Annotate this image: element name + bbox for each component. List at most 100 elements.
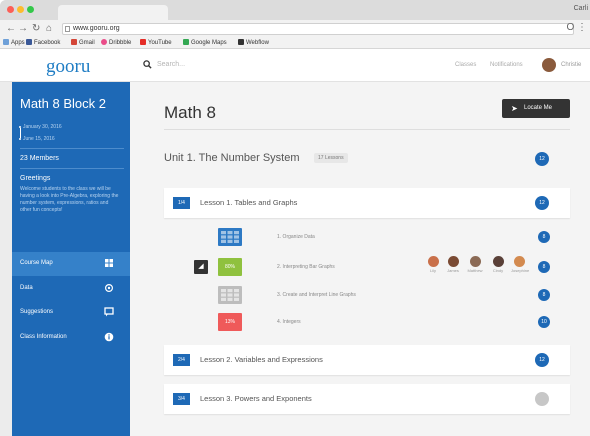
gooru-logo[interactable]: gooru [46, 56, 90, 78]
lesson-card[interactable]: 3/4 Lesson 3. Powers and Exponents [164, 384, 570, 414]
nav-notifications-link[interactable]: Notifications [490, 62, 523, 68]
maps-icon [183, 39, 189, 45]
lesson-title: Lesson 3. Powers and Exponents [200, 394, 312, 403]
bookmark-label: Webflow [246, 40, 269, 46]
lesson-title: Lesson 1. Tables and Graphs [200, 198, 298, 207]
lesson-number-badge: 2/4 [173, 354, 190, 366]
resource-row-current[interactable]: ◢ 80% 2. Interpreting Bar Graphs Lily Ja… [194, 256, 558, 276]
locate-me-button[interactable]: ➤ Locate Me [502, 99, 570, 118]
resource-row[interactable]: 3. Create and Interpret Line Graphs 8 [218, 286, 558, 304]
sidebar-item-data[interactable]: Data [12, 277, 130, 301]
gmail-icon [71, 39, 77, 45]
resource-score-tile: 80% [218, 258, 242, 276]
student-avatar[interactable]: James [445, 256, 461, 273]
class-start-date: January 30, 2016 [23, 124, 62, 130]
unit-lessons-badge: 17 Lessons [314, 153, 348, 163]
bookmarks-bar: Apps Facebook Gmail Dribbble YouTube Goo… [0, 38, 590, 49]
bookmark-gmail[interactable]: Gmail [71, 39, 95, 46]
student-avatar[interactable]: Matthew [467, 256, 483, 273]
address-bar[interactable]: www.gooru.org [62, 23, 574, 35]
greetings-text: Welcome students to the class we will be… [20, 186, 119, 213]
page-icon [65, 26, 70, 32]
sidebar-item-suggestions[interactable]: Suggestions [12, 301, 130, 325]
resource-count-badge: 8 [538, 261, 550, 273]
lesson-count-badge [535, 392, 549, 406]
title-divider [164, 129, 570, 130]
date-end-marker [19, 138, 21, 140]
lesson-card[interactable]: 1/4 Lesson 1. Tables and Graphs 12 [164, 188, 570, 218]
student-avatar[interactable]: Josephine [511, 256, 530, 273]
lesson-card[interactable]: 2/4 Lesson 2. Variables and Expressions … [164, 345, 570, 375]
members-count[interactable]: 23 Members [20, 155, 59, 162]
class-end-date: June 15, 2016 [23, 136, 55, 142]
close-window-button[interactable] [7, 6, 14, 13]
student-name: Cindy [492, 268, 504, 273]
browser-menu-icon[interactable]: O ⋮ [566, 22, 587, 33]
search-input[interactable]: Search... [157, 61, 185, 68]
bookmark-apps[interactable]: Apps [3, 39, 25, 46]
title-bar: Carli [0, 0, 590, 20]
sidebar-item-label: Class Information [20, 334, 67, 340]
bookmark-youtube[interactable]: YouTube [140, 39, 172, 46]
resource-row[interactable]: 13% 4. Integers 10 [218, 313, 558, 331]
table-grid-icon [221, 289, 239, 301]
bookmark-webflow[interactable]: Webflow [238, 39, 269, 46]
bookmark-google-maps[interactable]: Google Maps [183, 39, 227, 46]
sidebar-item-label: Suggestions [20, 309, 54, 315]
address-toolbar: ← → ↻ ⌂ www.gooru.org O ⋮ [0, 20, 590, 38]
resource-thumbnail [218, 286, 242, 304]
resource-title: 3. Create and Interpret Line Graphs [277, 292, 356, 298]
student-photo [447, 256, 459, 267]
bookmark-facebook[interactable]: Facebook [26, 39, 60, 46]
minimize-window-button[interactable] [17, 6, 24, 13]
current-position-arrow-icon[interactable]: ◢ [194, 260, 208, 274]
student-avatar[interactable]: Lily [425, 256, 441, 273]
lesson-count-badge: 12 [535, 353, 549, 367]
webflow-icon [238, 39, 244, 45]
lesson-number-badge: 3/4 [173, 393, 190, 405]
facebook-icon [26, 39, 32, 45]
browser-user-name[interactable]: Carli [574, 5, 588, 12]
browser-window: Carli ← → ↻ ⌂ www.gooru.org O ⋮ Apps Fac… [0, 0, 590, 436]
bookmark-dribbble[interactable]: Dribbble [101, 39, 131, 46]
class-name: Math 8 Block 2 [20, 96, 106, 111]
resource-row[interactable]: 1. Organize Data 8 [218, 228, 558, 246]
reload-icon[interactable]: ↻ [32, 23, 40, 34]
resource-title: 1. Organize Data [277, 234, 315, 240]
student-name: Lily [429, 268, 436, 273]
app-header: gooru Search... Classes Notifications Ch… [0, 49, 590, 82]
user-avatar[interactable] [542, 58, 556, 72]
student-photo [469, 256, 481, 267]
url-text: www.gooru.org [73, 25, 120, 32]
forward-icon[interactable]: → [18, 23, 28, 34]
resource-count-badge: 8 [538, 289, 550, 301]
bookmark-label: Google Maps [191, 40, 227, 46]
sidebar-item-class-information[interactable]: Class Information [12, 326, 130, 350]
page-title: Math 8 [164, 103, 216, 122]
location-arrow-icon: ➤ [511, 104, 518, 113]
table-grid-icon [221, 231, 239, 243]
sidebar-item-label: Course Map [20, 260, 53, 266]
sidebar-item-course-map[interactable]: Course Map [12, 252, 130, 276]
student-name: Josephine [511, 268, 530, 273]
unit-title[interactable]: Unit 1. The Number System [164, 152, 300, 164]
resource-score-tile: 13% [218, 313, 242, 331]
locate-me-label: Locate Me [524, 105, 553, 111]
bookmark-label: Dribbble [109, 40, 132, 46]
suggestions-icon [104, 307, 114, 317]
student-photo [492, 256, 504, 267]
back-icon[interactable]: ← [6, 23, 16, 34]
header-user-name[interactable]: Christie [561, 62, 581, 68]
maximize-window-button[interactable] [27, 6, 34, 13]
nav-classes-link[interactable]: Classes [455, 62, 476, 68]
course-map-icon [105, 259, 113, 267]
search-icon[interactable] [143, 60, 152, 69]
bookmark-label: YouTube [148, 40, 172, 46]
student-avatar[interactable]: Cindy [490, 256, 506, 273]
home-icon[interactable]: ⌂ [46, 23, 52, 34]
sidebar-divider [20, 168, 124, 169]
student-photo [427, 256, 439, 267]
apps-icon [3, 39, 9, 45]
browser-tab[interactable] [58, 5, 168, 20]
date-line [19, 128, 21, 138]
